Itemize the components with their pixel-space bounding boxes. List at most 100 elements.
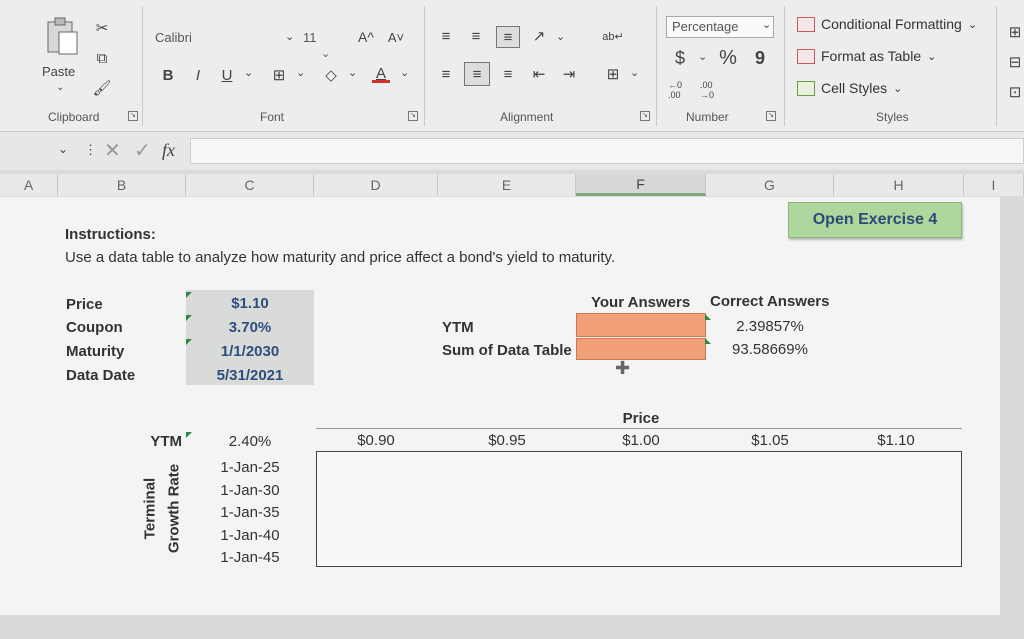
cut-icon[interactable]: ✂ [92,18,112,38]
column-header-e[interactable]: E [438,174,576,196]
date-row-4[interactable]: 1-Jan-40 [186,527,314,544]
format-as-table-label: Format as Table [821,48,922,64]
comma-button[interactable]: 9 [752,46,768,70]
your-answer-sum-cell[interactable] [576,338,706,360]
price-col-4[interactable]: $1.05 [706,432,834,449]
orientation-dropdown-icon[interactable]: ⌄ [556,30,565,43]
column-header-d[interactable]: D [314,174,438,196]
confirm-entry-icon[interactable]: ✓ [134,138,151,163]
grow-font-button[interactable]: A^ [356,26,376,48]
decrease-decimal-label: .00 →0 [700,80,715,100]
more-options-icon[interactable]: ⋮ [84,142,97,158]
italic-button[interactable]: I [188,64,208,86]
format-as-table-icon [797,48,815,64]
column-header-i[interactable]: I [964,174,1024,196]
price-col-3[interactable]: $1.00 [576,432,706,449]
data-table-corner-value[interactable]: 2.40% [186,433,314,450]
align-top-icon[interactable]: ≡ [436,26,456,46]
column-header-c[interactable]: C [186,174,314,196]
currency-dropdown-icon[interactable]: ⌄ [698,50,707,63]
decrease-decimal-button[interactable]: .00 →0 [700,80,724,100]
shrink-font-button[interactable]: A˅ [386,26,406,48]
orientation-icon[interactable]: ↗ [528,26,550,46]
decrease-indent-icon[interactable]: ⇤ [528,64,550,84]
date-row-1[interactable]: 1-Jan-25 [186,459,314,476]
price-col-1[interactable]: $0.90 [314,432,438,449]
input-value-price[interactable]: $1.10 [186,295,314,312]
data-table-results-area[interactable] [316,451,962,567]
input-value-maturity[interactable]: 1/1/2030 [186,343,314,360]
align-center-icon[interactable]: ≡ [464,62,490,86]
font-group-label: Font [260,110,285,124]
format-cells-icon[interactable]: ⊡ [1006,82,1024,102]
price-col-2[interactable]: $0.95 [438,432,576,449]
your-answers-header: Your Answers [591,294,691,311]
wrap-text-icon[interactable]: ab↵ [602,24,624,48]
font-size-select[interactable]: 11 ⌄ [298,28,350,60]
underline-button[interactable]: U [216,64,238,86]
font-color-button[interactable]: A [370,62,392,86]
currency-button[interactable]: $ [672,46,688,70]
cell-styles-button[interactable]: Cell Styles ⌄ [797,80,902,96]
number-format-dropdown-icon: ⌄ [762,19,772,31]
borders-icon[interactable]: ⊞ [268,64,290,86]
conditional-formatting-button[interactable]: Conditional Formatting ⌄ [797,16,977,32]
fill-color-dropdown-icon[interactable]: ⌄ [348,66,357,79]
clipboard-launcher-icon[interactable]: ↘ [128,111,138,121]
number-format-select[interactable]: Percentage [666,16,774,38]
date-row-5[interactable]: 1-Jan-45 [186,549,314,566]
input-value-coupon[interactable]: 3.70% [186,319,314,336]
insert-cells-icon[interactable]: ⊞ [1006,22,1024,42]
name-box-dropdown-icon[interactable]: ⌄ [58,142,68,156]
paste-button[interactable] [40,14,84,58]
copy-icon[interactable]: ⧉ [92,48,112,68]
column-header-g[interactable]: G [706,174,834,196]
align-bottom-icon[interactable]: ≡ [496,26,520,48]
number-format-value: Percentage [672,19,739,34]
font-name-dropdown-icon[interactable]: ⌄ [285,30,294,43]
font-name-select[interactable]: Calibri [150,28,300,50]
input-label-data-date: Data Date [66,367,136,384]
borders-dropdown-icon[interactable]: ⌄ [296,66,305,79]
increase-indent-icon[interactable]: ⇥ [558,64,580,84]
font-color-dropdown-icon[interactable]: ⌄ [400,66,409,79]
font-name-value: Calibri [155,30,192,45]
align-left-icon[interactable]: ≡ [436,64,456,84]
merge-dropdown-icon[interactable]: ⌄ [630,66,639,79]
insert-function-button[interactable]: fx [162,140,175,161]
column-header-a[interactable]: A [0,174,58,196]
percent-button[interactable]: % [718,46,738,70]
date-row-2[interactable]: 1-Jan-30 [186,482,314,499]
paste-dropdown-icon[interactable]: ⌄ [56,82,64,93]
column-header-h[interactable]: H [834,174,964,196]
increase-decimal-button[interactable]: ←0 .00 [668,80,692,100]
your-answer-ytm-cell[interactable] [576,313,706,337]
format-as-table-button[interactable]: Format as Table ⌄ [797,48,936,64]
align-right-icon[interactable]: ≡ [498,64,518,84]
bold-button[interactable]: B [158,64,178,86]
input-label-coupon: Coupon [66,319,123,336]
open-exercise-button[interactable]: Open Exercise 4 [788,202,962,238]
column-header-f[interactable]: F [576,174,706,196]
formula-input[interactable] [190,138,1024,164]
cell-cursor-icon: ✚ [615,358,631,378]
cancel-entry-icon[interactable]: ✕ [104,138,121,163]
fill-color-icon[interactable]: ◇ [320,64,342,86]
merge-center-icon[interactable]: ⊞ [602,64,624,84]
column-header-b[interactable]: B [58,174,186,196]
input-value-data-date[interactable]: 5/31/2021 [186,367,314,384]
instructions-title: Instructions: [65,226,156,243]
correct-ytm-value: 2.39857% [736,318,804,335]
date-row-3[interactable]: 1-Jan-35 [186,504,314,521]
delete-cells-icon[interactable]: ⊟ [1006,52,1024,72]
side-label-terminal: Terminal [141,477,159,540]
format-painter-icon[interactable]: 🖌 [92,78,112,98]
underline-dropdown-icon[interactable]: ⌄ [244,66,253,79]
paste-icon [47,17,78,55]
align-middle-icon[interactable]: ≡ [466,26,486,46]
font-launcher-icon[interactable]: ↘ [408,111,418,121]
price-col-5[interactable]: $1.10 [834,432,958,449]
alignment-launcher-icon[interactable]: ↘ [640,111,650,121]
font-size-value: 11 [303,30,317,45]
number-launcher-icon[interactable]: ↘ [766,111,776,121]
